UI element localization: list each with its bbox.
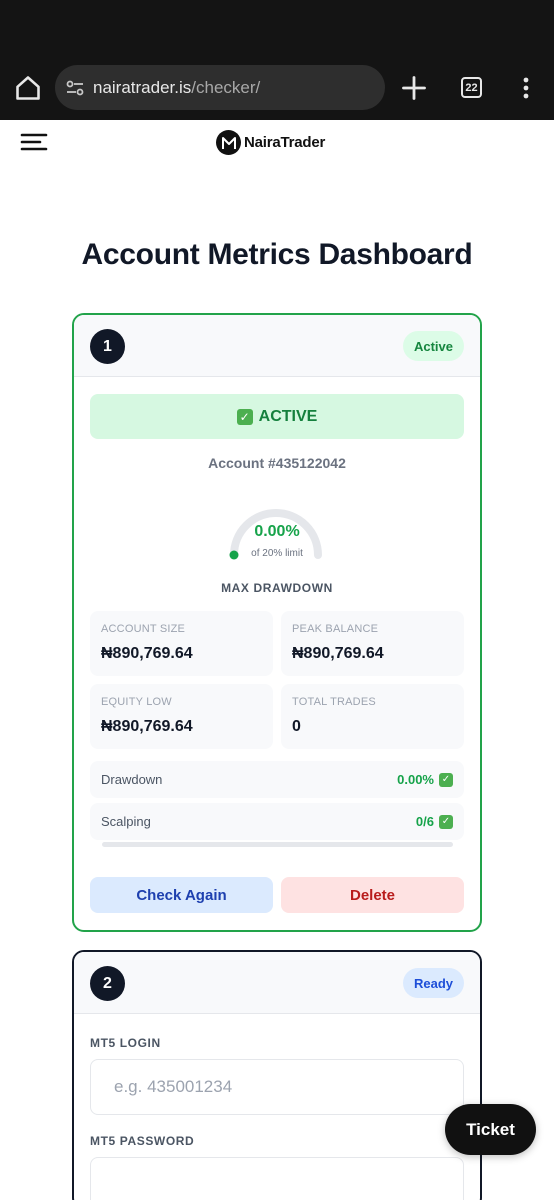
stat-label: EQUITY LOW: [101, 696, 172, 708]
check-mark-icon: ✓: [236, 408, 253, 425]
stat-account-size: ACCOUNT SIZE ₦890,769.64: [90, 611, 273, 676]
site-info-icon[interactable]: [65, 78, 85, 98]
url-text: nairatrader.is/checker/: [93, 78, 260, 98]
gauge-limit-text: of 20% limit: [251, 548, 303, 559]
gauge-value: 0.00%: [254, 523, 300, 540]
rule-drawdown: Drawdown 0.00% ✓: [90, 761, 464, 798]
mt5-password-label: MT5 PASSWORD: [90, 1134, 195, 1148]
card-header: 2 Ready: [74, 952, 480, 1014]
new-account-card: 2 Ready MT5 LOGIN MT5 PASSWORD: [72, 950, 482, 1200]
status-banner: ✓ ACTIVE: [90, 394, 464, 439]
tab-switcher-icon[interactable]: 22: [461, 77, 482, 98]
stat-equity-low: EQUITY LOW ₦890,769.64: [90, 684, 273, 749]
stat-total-trades: TOTAL TRADES 0: [281, 684, 464, 749]
new-tab-icon[interactable]: [400, 74, 428, 102]
account-number: Account #435122042: [208, 455, 346, 471]
check-again-button[interactable]: Check Again: [90, 877, 273, 913]
card-number: 1: [90, 329, 125, 364]
stat-value: 0: [292, 718, 301, 735]
scalping-progress-bar: [102, 842, 453, 847]
status-banner-text: ACTIVE: [258, 407, 318, 425]
rule-label: Scalping: [101, 814, 151, 829]
rule-label: Drawdown: [101, 772, 163, 787]
status-badge: Active: [402, 331, 464, 361]
site-header: NairaTrader: [0, 120, 554, 170]
rule-value-text: 0.00%: [397, 772, 434, 787]
url-path: /checker/: [191, 77, 261, 97]
mt5-login-label: MT5 LOGIN: [90, 1036, 161, 1050]
stat-label: PEAK BALANCE: [292, 623, 379, 635]
address-bar[interactable]: nairatrader.is/checker/: [55, 65, 385, 110]
status-badge: Ready: [402, 968, 464, 998]
logo-mark-icon: [216, 130, 241, 155]
mt5-password-input[interactable]: [90, 1157, 464, 1200]
stat-label: TOTAL TRADES: [292, 696, 376, 708]
site-logo[interactable]: NairaTrader: [216, 130, 325, 155]
rule-value-text: 0/6: [415, 814, 434, 829]
rule-value: 0.00% ✓: [397, 772, 453, 787]
stat-value: ₦890,769.64: [101, 718, 193, 735]
account-card: 1 Active ✓ ACTIVE Account #435122042 0.0…: [72, 313, 482, 932]
mt5-login-input[interactable]: [90, 1059, 464, 1115]
card-number: 2: [90, 966, 125, 1001]
browser-toolbar: nairatrader.is/checker/ 22: [0, 0, 554, 120]
logo-text: NairaTrader: [244, 134, 326, 151]
stat-value: ₦890,769.64: [101, 645, 193, 662]
check-mark-icon: ✓: [439, 772, 453, 787]
rule-value: 0/6 ✓: [416, 814, 453, 829]
more-menu-icon[interactable]: [516, 76, 536, 100]
hamburger-icon[interactable]: [20, 132, 48, 152]
stat-peak-balance: PEAK BALANCE ₦890,769.64: [281, 611, 464, 676]
stat-label: ACCOUNT SIZE: [101, 623, 186, 635]
page-title: Account Metrics Dashboard: [81, 238, 473, 271]
rule-scalping: Scalping 0/6 ✓: [90, 803, 464, 840]
stat-value: ₦890,769.64: [292, 645, 384, 662]
ticket-button[interactable]: Ticket: [445, 1104, 536, 1155]
check-mark-icon: ✓: [439, 814, 453, 829]
card-header: 1 Active: [74, 315, 480, 377]
home-icon[interactable]: [14, 74, 42, 102]
delete-button[interactable]: Delete: [281, 877, 464, 913]
url-domain: nairatrader.is: [93, 77, 192, 97]
gauge-caption: MAX DRAWDOWN: [221, 581, 333, 595]
